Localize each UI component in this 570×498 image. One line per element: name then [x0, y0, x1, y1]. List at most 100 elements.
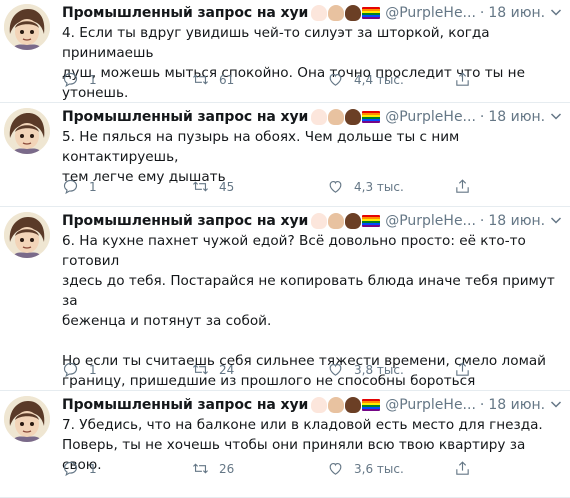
tweet-header: Промышленный запрос на хуи @PurpleHe... …: [62, 211, 545, 231]
like-button[interactable]: 3,6 тыс.: [327, 460, 404, 477]
reply-count: 1: [89, 362, 97, 377]
tweet[interactable]: Промышленный запрос на хуи @PurpleHe... …: [0, 208, 570, 391]
author-name[interactable]: Промышленный запрос на хуи: [62, 397, 308, 413]
share-button[interactable]: [454, 178, 481, 195]
author-handle[interactable]: @PurpleHe...: [385, 397, 476, 413]
retweet-button[interactable]: 26: [192, 460, 234, 477]
raised-hand-medium-icon: [328, 397, 345, 413]
retweet-icon: [193, 181, 208, 192]
author-name[interactable]: Промышленный запрос на хуи: [62, 109, 308, 125]
like-count: 4,3 тыс.: [354, 179, 404, 194]
tweet-actions: 1 26 3,6 тыс.: [62, 460, 562, 480]
retweet-count: 26: [219, 461, 235, 476]
tweet-text: 4. Если ты вдруг увидишь чей-то силуэт з…: [62, 25, 525, 101]
tweet-date[interactable]: 18 июн.: [488, 109, 545, 125]
chevron-down-icon[interactable]: [548, 108, 564, 124]
raised-hand-dark-icon: [345, 213, 362, 229]
separator-dot: ·: [479, 213, 485, 229]
raised-hand-dark-icon: [345, 5, 362, 21]
avatar[interactable]: [4, 108, 50, 154]
raised-hand-dark-icon: [345, 109, 362, 125]
raised-hand-light-icon: [311, 109, 328, 125]
heart-icon: [329, 180, 342, 193]
separator-dot: ·: [479, 5, 485, 21]
like-button[interactable]: 4,4 тыс.: [327, 71, 404, 88]
retweet-icon: [193, 364, 208, 375]
name-emojis: [311, 5, 381, 21]
author-name[interactable]: Промышленный запрос на хуи: [62, 5, 308, 21]
chevron-down-icon[interactable]: [548, 212, 564, 228]
like-count: 4,4 тыс.: [354, 72, 404, 87]
retweet-icon: [193, 463, 208, 474]
chevron-down-icon[interactable]: [548, 4, 564, 20]
raised-hand-medium-icon: [328, 109, 345, 125]
author-name[interactable]: Промышленный запрос на хуи: [62, 213, 308, 229]
avatar[interactable]: [4, 212, 50, 258]
avatar[interactable]: [4, 4, 50, 50]
name-emojis: [311, 109, 381, 125]
tweet-date[interactable]: 18 июн.: [488, 397, 545, 413]
chevron-down-icon[interactable]: [548, 396, 564, 412]
reply-button[interactable]: 1: [62, 71, 97, 88]
share-icon: [456, 362, 469, 376]
rainbow-flag-icon: [362, 111, 381, 123]
avatar[interactable]: [4, 396, 50, 442]
tweet-header: Промышленный запрос на хуи @PurpleHe... …: [62, 3, 545, 23]
retweet-button[interactable]: 61: [192, 71, 234, 88]
rainbow-flag-icon: [362, 215, 381, 227]
like-count: 3,6 тыс.: [354, 461, 404, 476]
tweet[interactable]: Промышленный запрос на хуи @PurpleHe... …: [0, 392, 570, 498]
tweet[interactable]: Промышленный запрос на хуи @PurpleHe... …: [0, 0, 570, 103]
retweet-button[interactable]: 45: [192, 178, 234, 195]
rainbow-flag-icon: [362, 7, 381, 19]
share-button[interactable]: [454, 460, 481, 477]
tweet-actions: 1 45 4,3 тыс.: [62, 178, 562, 198]
retweet-count: 45: [219, 179, 235, 194]
raised-hand-light-icon: [311, 5, 328, 21]
tweet-header: Промышленный запрос на хуи @PurpleHe... …: [62, 107, 545, 127]
like-button[interactable]: 4,3 тыс.: [327, 178, 404, 195]
tweet-actions: 1 61 4,4 тыс.: [62, 71, 562, 91]
tweet-date[interactable]: 18 июн.: [488, 213, 545, 229]
like-button[interactable]: 3,8 тыс.: [327, 361, 404, 378]
tweet-header: Промышленный запрос на хуи @PurpleHe... …: [62, 395, 545, 415]
raised-hand-medium-icon: [328, 213, 345, 229]
heart-icon: [329, 462, 342, 475]
retweet-count: 61: [219, 72, 235, 87]
reply-icon: [63, 362, 78, 378]
raised-hand-light-icon: [311, 397, 328, 413]
share-icon: [456, 72, 469, 86]
retweet-button[interactable]: 24: [192, 361, 234, 378]
share-icon: [456, 461, 469, 475]
name-emojis: [311, 397, 381, 413]
reply-count: 1: [89, 461, 97, 476]
heart-icon: [329, 363, 342, 376]
separator-dot: ·: [479, 397, 485, 413]
share-button[interactable]: [454, 71, 481, 88]
author-handle[interactable]: @PurpleHe...: [385, 5, 476, 21]
retweet-count: 24: [219, 362, 235, 377]
reply-icon: [63, 72, 78, 88]
tweet-date[interactable]: 18 июн.: [488, 5, 545, 21]
separator-dot: ·: [479, 109, 485, 125]
raised-hand-dark-icon: [345, 397, 362, 413]
share-icon: [456, 179, 469, 193]
tweet-actions: 1 24 3,8 тыс.: [62, 361, 562, 381]
author-handle[interactable]: @PurpleHe...: [385, 109, 476, 125]
raised-hand-medium-icon: [328, 5, 345, 21]
reply-button[interactable]: 1: [62, 178, 97, 195]
tweet[interactable]: Промышленный запрос на хуи @PurpleHe... …: [0, 104, 570, 207]
reply-icon: [63, 179, 78, 195]
name-emojis: [311, 213, 381, 229]
share-button[interactable]: [454, 361, 481, 378]
reply-count: 1: [89, 72, 97, 87]
reply-icon: [63, 461, 78, 477]
raised-hand-light-icon: [311, 213, 328, 229]
heart-icon: [329, 73, 342, 86]
author-handle[interactable]: @PurpleHe...: [385, 213, 476, 229]
like-count: 3,8 тыс.: [354, 362, 404, 377]
reply-button[interactable]: 1: [62, 361, 97, 378]
rainbow-flag-icon: [362, 399, 381, 411]
reply-button[interactable]: 1: [62, 460, 97, 477]
reply-count: 1: [89, 179, 97, 194]
